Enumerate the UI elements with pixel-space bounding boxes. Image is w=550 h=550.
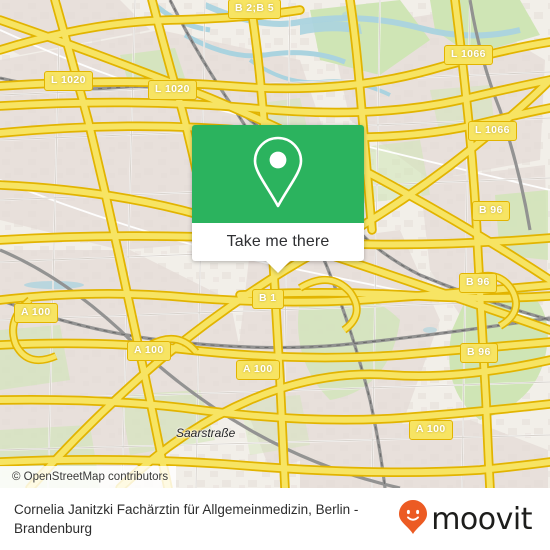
- road-shield: B 96: [460, 343, 498, 363]
- road-shield: A 100: [14, 303, 58, 323]
- map-pin-icon: [249, 134, 307, 215]
- road-shield: B 1: [252, 289, 284, 309]
- road-shield: A 100: [236, 360, 280, 380]
- street-label-saarstrasse: Saarstraße: [176, 426, 236, 440]
- road-shield: B 96: [459, 273, 497, 293]
- road-shield: B 96: [472, 201, 510, 221]
- attribution-text: © OpenStreetMap contributors: [12, 471, 169, 483]
- road-shield: A 100: [409, 420, 453, 440]
- callout-pointer: [266, 261, 290, 273]
- road-shield: L 1066: [444, 45, 493, 65]
- road-shield: L 1020: [148, 80, 197, 100]
- map-viewport[interactable]: B 2;B 5 L 1066 L 1020 L 1020 L 1066 B 96…: [0, 0, 550, 488]
- callout-icon-panel: [192, 125, 364, 223]
- take-me-there-label: Take me there: [226, 233, 330, 250]
- map-attribution[interactable]: © OpenStreetMap contributors: [0, 466, 177, 488]
- place-title: Cornelia Janitzki Fachärztin für Allgeme…: [14, 502, 359, 536]
- callout-action-panel[interactable]: Take me there: [192, 223, 364, 261]
- moovit-logo[interactable]: moovit: [398, 499, 532, 540]
- moovit-smiley-pin-icon: [398, 499, 428, 540]
- take-me-there-callout[interactable]: Take me there: [192, 125, 364, 273]
- road-shield: A 100: [127, 341, 171, 361]
- road-shield: B 2;B 5: [228, 0, 281, 19]
- road-shield: L 1020: [44, 71, 93, 91]
- map-page: B 2;B 5 L 1066 L 1020 L 1020 L 1066 B 96…: [0, 0, 550, 550]
- footer-bar: Cornelia Janitzki Fachärztin für Allgeme…: [0, 488, 550, 550]
- moovit-wordmark: moovit: [431, 501, 532, 537]
- road-shield: L 1066: [468, 121, 517, 141]
